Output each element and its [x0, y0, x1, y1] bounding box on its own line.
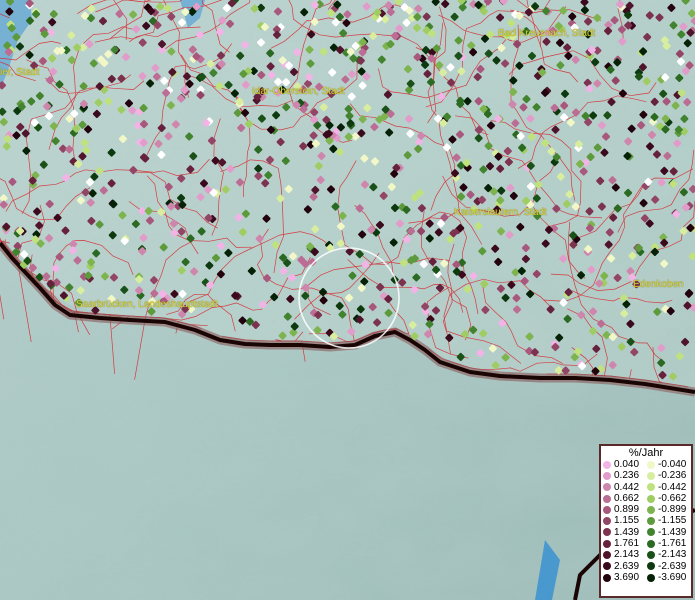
legend-label: -0.236 [658, 470, 687, 482]
legend-label: 0.662 [614, 492, 640, 504]
legend-swatch [603, 528, 611, 537]
legend-label: -0.442 [658, 481, 687, 493]
legend-label: 2.639 [614, 560, 640, 572]
legend-swatch [603, 483, 611, 492]
legend-swatch [647, 573, 655, 582]
city-label-idar-oberstein: Idar-Oberstein, Stadt [252, 86, 345, 97]
legend-row: 2.143 -2.143 [601, 549, 691, 560]
legend-entry-negative: -2.143 [647, 549, 686, 560]
legend-swatch [647, 517, 655, 526]
legend-swatch [647, 528, 655, 537]
legend-entry-positive: 1.439 [603, 527, 639, 538]
legend-entry-negative: -0.236 [647, 470, 686, 481]
legend-entry-negative: -1.155 [647, 515, 686, 526]
legend-row: 2.639 -2.639 [601, 561, 691, 572]
legend-entry-negative: -2.639 [647, 561, 686, 572]
legend-entry-positive: 0.442 [603, 482, 639, 493]
legend-row: 0.040 -0.040 [601, 459, 691, 470]
legend-swatch [647, 539, 655, 548]
legend-swatch [647, 551, 655, 560]
legend-entry-positive: 0.899 [603, 504, 639, 515]
legend-label: -0.899 [658, 504, 687, 516]
legend-label: -0.040 [658, 459, 687, 470]
legend-entry-negative: -0.662 [647, 493, 686, 504]
legend-row: 0.236 -0.236 [601, 470, 691, 481]
legend-entry-positive: 1.155 [603, 515, 639, 526]
legend-swatch [647, 505, 655, 514]
legend-label: -2.143 [658, 549, 687, 561]
legend-entry-positive: 3.690 [603, 572, 639, 583]
legend-label: 1.761 [614, 538, 640, 550]
legend-entry-positive: 0.040 [603, 459, 639, 470]
legend-swatch [603, 539, 611, 548]
legend-label: -3.690 [658, 571, 687, 583]
legend-rows: 0.040 -0.040 0.236 -0.236 0.442 -0.442 0.662 -0… [601, 459, 691, 583]
legend-row: 1.439 -1.439 [601, 527, 691, 538]
legend-swatch [603, 494, 611, 503]
legend-entry-negative: -1.439 [647, 527, 686, 538]
city-label-edenkoben: Edenkoben [633, 279, 684, 290]
legend-row: 0.899 -0.899 [601, 504, 691, 515]
legend-swatch [603, 551, 611, 560]
legend-entry-negative: -0.899 [647, 504, 686, 515]
legend-label: 0.442 [614, 481, 640, 493]
legend-swatch [603, 505, 611, 514]
legend-label: 0.040 [614, 459, 640, 470]
legend-label: 3.690 [614, 571, 640, 583]
legend-entry-positive: 1.761 [603, 538, 639, 549]
legend-entry-positive: 2.639 [603, 561, 639, 572]
legend-title: %/Jahr [628, 447, 664, 459]
legend-entry-negative: -1.761 [647, 538, 686, 549]
legend-label: 0.899 [614, 504, 640, 516]
legend-label: 0.236 [614, 470, 640, 482]
legend-swatch [647, 562, 655, 571]
legend-panel: %/Jahr 0.040 -0.040 0.236 -0.236 0.442 -0.442… [599, 444, 693, 598]
legend-swatch [603, 517, 611, 526]
city-label-bad-kreuznach: Bad Kreuznach, Stadt [498, 28, 596, 39]
legend-row: 3.690 -3.690 [601, 572, 691, 583]
legend-swatch [647, 460, 655, 469]
legend-entry-negative: -0.442 [647, 482, 686, 493]
city-label-kaiserslautern: Kaiserslautern, Stadt [454, 207, 547, 218]
legend-row: 1.761 -1.761 [601, 538, 691, 549]
legend-row: 1.155 -1.155 [601, 515, 691, 526]
legend-label: 2.143 [614, 549, 640, 561]
legend-label: -1.155 [658, 515, 687, 527]
legend-label: -1.761 [658, 538, 687, 550]
legend-swatch [603, 573, 611, 582]
legend-swatch [603, 562, 611, 571]
legend-entry-negative: -0.040 [647, 459, 686, 470]
legend-row: 0.662 -0.662 [601, 493, 691, 504]
legend-label: -0.662 [658, 492, 687, 504]
legend-label: -2.639 [658, 560, 687, 572]
legend-entry-positive: 2.143 [603, 549, 639, 560]
city-label-trier-partial: ier, Stadt [0, 67, 40, 78]
legend-row: 0.442 -0.442 [601, 482, 691, 493]
legend-label: 1.439 [614, 526, 640, 538]
legend-swatch [647, 494, 655, 503]
legend-swatch [603, 471, 611, 480]
legend-entry-negative: -3.690 [647, 572, 686, 583]
legend-swatch [647, 483, 655, 492]
legend-label: 1.155 [614, 515, 640, 527]
city-label-saarbruecken: Saarbrücken, Landeshauptstadt [76, 299, 218, 310]
legend-label: -1.439 [658, 526, 687, 538]
legend-entry-positive: 0.662 [603, 493, 639, 504]
legend-entry-positive: 0.236 [603, 470, 639, 481]
legend-swatch [603, 460, 611, 469]
legend-swatch [647, 471, 655, 480]
